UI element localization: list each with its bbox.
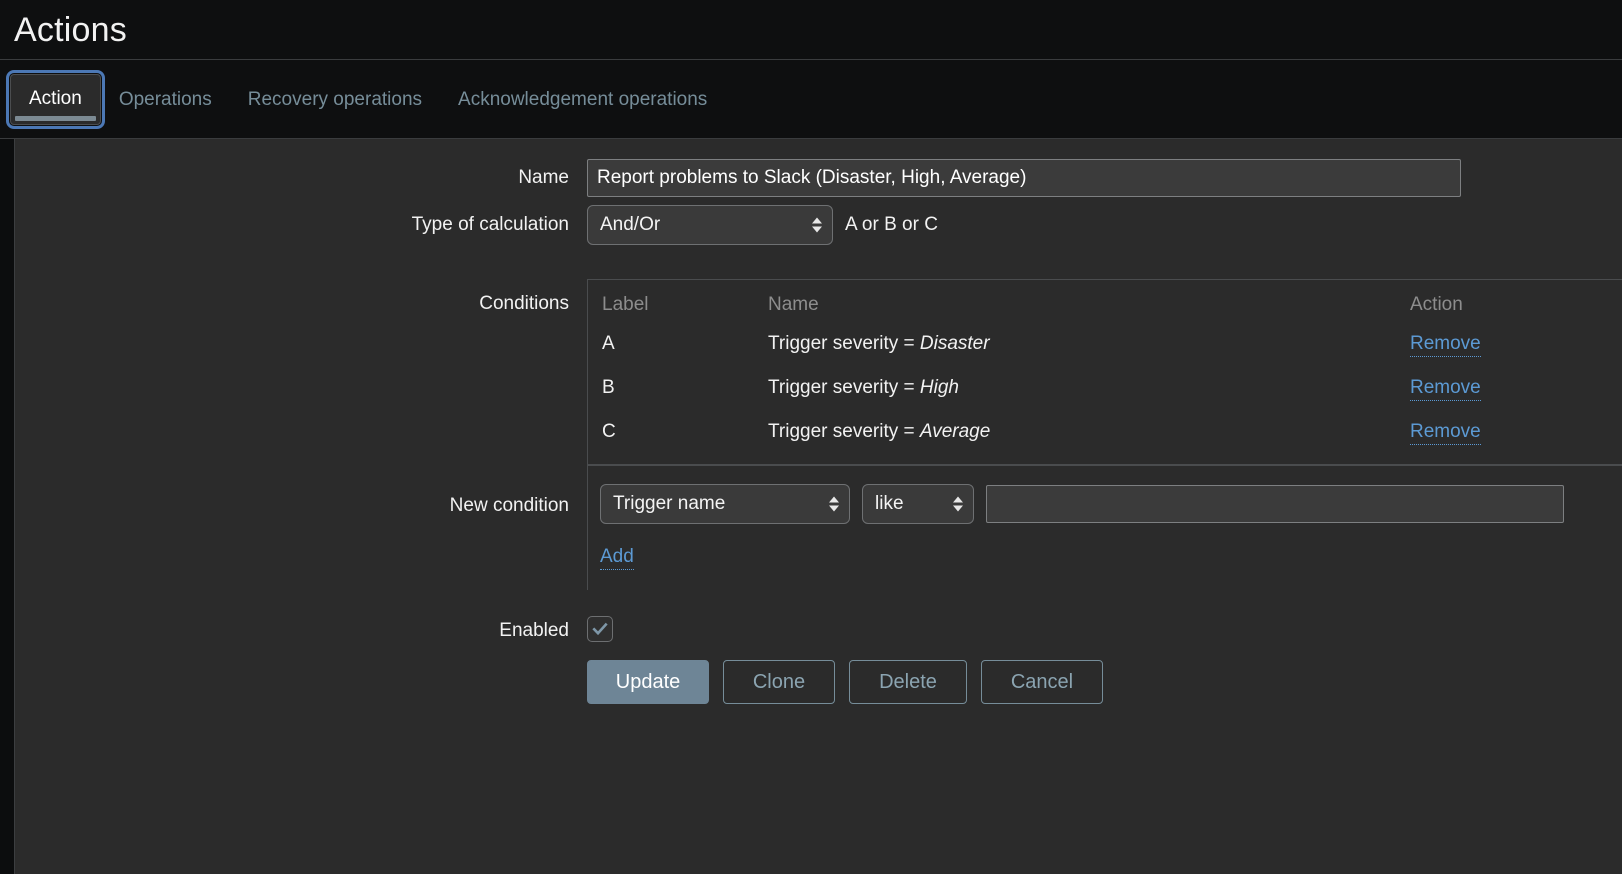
remove-condition-a-link[interactable]: Remove xyxy=(1410,333,1481,357)
enabled-checkbox[interactable] xyxy=(587,616,613,642)
name-field-wrap xyxy=(587,159,1622,197)
button-group: Update Clone Delete Cancel xyxy=(587,660,1622,704)
calculation-field-wrap: And/Or A or B or C xyxy=(587,205,1622,245)
tab-operations-label: Operations xyxy=(118,89,212,110)
condition-label-a: A xyxy=(602,333,615,354)
tab-acknowledgement-operations-label: Acknowledgement operations xyxy=(458,89,708,110)
tab-acknowledgement-operations[interactable]: Acknowledgement operations xyxy=(440,90,725,109)
name-input[interactable] xyxy=(587,159,1461,197)
form-panel: Name Type of calculation And/Or A or B o… xyxy=(14,139,1622,874)
conditions-header-label: Label xyxy=(602,294,649,315)
delete-button[interactable]: Delete xyxy=(849,660,967,704)
form-row-calculation: Type of calculation And/Or A or B or C xyxy=(15,205,1622,271)
condition-name-prefix-a: Trigger severity = xyxy=(768,333,920,354)
stepper-arrows-icon xyxy=(953,496,963,512)
condition-name-c: Trigger severity = Average xyxy=(768,410,1410,454)
remove-condition-c-link[interactable]: Remove xyxy=(1410,421,1481,445)
action-form: Name Type of calculation And/Or A or B o… xyxy=(0,139,1622,874)
form-row-buttons: Update Clone Delete Cancel xyxy=(15,654,1622,704)
calculation-label: Type of calculation xyxy=(411,214,569,235)
new-condition-operator-select[interactable]: like xyxy=(862,484,974,524)
condition-name-prefix-c: Trigger severity = xyxy=(768,421,920,442)
condition-action-c: Remove xyxy=(1410,410,1622,454)
conditions-field-wrap: Label Name Action A Trigger severity = D… xyxy=(587,279,1622,465)
enabled-field-wrap xyxy=(587,616,1622,643)
new-condition-value-input[interactable] xyxy=(986,485,1564,523)
tab-recovery-operations-label: Recovery operations xyxy=(247,89,423,110)
new-condition-box: Trigger name like Add xyxy=(587,465,1622,590)
table-row: B Trigger severity = High Remove xyxy=(588,366,1622,410)
form-row-name: Name xyxy=(15,139,1622,205)
new-condition-type-value: Trigger name xyxy=(613,493,726,514)
table-row: C Trigger severity = Average Remove xyxy=(588,410,1622,454)
condition-name-b: Trigger severity = High xyxy=(768,366,1410,410)
calculation-formula: A or B or C xyxy=(845,214,938,235)
conditions-box: Label Name Action A Trigger severity = D… xyxy=(587,279,1622,465)
new-condition-controls: Trigger name like xyxy=(600,484,1622,524)
table-row: A Trigger severity = Disaster Remove xyxy=(588,322,1622,366)
condition-label-b: B xyxy=(602,377,615,398)
calculation-type-value: And/Or xyxy=(600,214,661,235)
condition-action-b: Remove xyxy=(1410,366,1622,410)
add-condition-wrap: Add xyxy=(600,546,1622,570)
cancel-button[interactable]: Cancel xyxy=(981,660,1103,704)
condition-name-value-b: High xyxy=(919,377,959,398)
conditions-table: Label Name Action A Trigger severity = D… xyxy=(588,280,1622,454)
condition-name-prefix-b: Trigger severity = xyxy=(768,377,920,398)
form-row-enabled: Enabled xyxy=(15,590,1622,654)
conditions-header-name: Name xyxy=(768,294,819,315)
update-button[interactable]: Update xyxy=(587,660,709,704)
new-condition-field-wrap: Trigger name like Add xyxy=(587,465,1622,590)
left-gutter xyxy=(0,139,14,874)
conditions-header-row: Label Name Action xyxy=(588,280,1622,322)
enabled-label: Enabled xyxy=(499,620,569,641)
condition-label-c: C xyxy=(602,421,616,442)
tab-operations[interactable]: Operations xyxy=(101,90,230,109)
condition-name-value-c: Average xyxy=(919,421,991,442)
calculation-type-select[interactable]: And/Or xyxy=(587,205,833,245)
check-icon xyxy=(592,622,608,636)
condition-name-value-a: Disaster xyxy=(919,333,990,354)
conditions-label: Conditions xyxy=(479,293,569,314)
stepper-arrows-icon xyxy=(812,217,822,233)
form-row-new-condition: New condition Trigger name like Add xyxy=(15,465,1622,590)
page-header: Actions xyxy=(0,0,1622,60)
new-condition-type-select[interactable]: Trigger name xyxy=(600,484,850,524)
new-condition-label: New condition xyxy=(449,495,569,516)
buttons-field-wrap: Update Clone Delete Cancel xyxy=(587,660,1622,704)
condition-name-a: Trigger severity = Disaster xyxy=(768,322,1410,366)
tab-action-label: Action xyxy=(29,88,82,109)
name-label: Name xyxy=(518,167,569,188)
clone-button[interactable]: Clone xyxy=(723,660,835,704)
form-row-conditions: Conditions Label Name Action A Trigger s… xyxy=(15,271,1622,465)
condition-action-a: Remove xyxy=(1410,322,1622,366)
remove-condition-b-link[interactable]: Remove xyxy=(1410,377,1481,401)
conditions-header-action: Action xyxy=(1410,294,1463,315)
page-title: Actions xyxy=(14,10,127,49)
tab-action[interactable]: Action xyxy=(6,70,105,129)
stepper-arrows-icon xyxy=(829,496,839,512)
new-condition-operator-value: like xyxy=(875,493,904,514)
tab-bar: Action Operations Recovery operations Ac… xyxy=(0,60,1622,139)
tab-recovery-operations[interactable]: Recovery operations xyxy=(230,90,440,109)
add-condition-link[interactable]: Add xyxy=(600,546,634,570)
